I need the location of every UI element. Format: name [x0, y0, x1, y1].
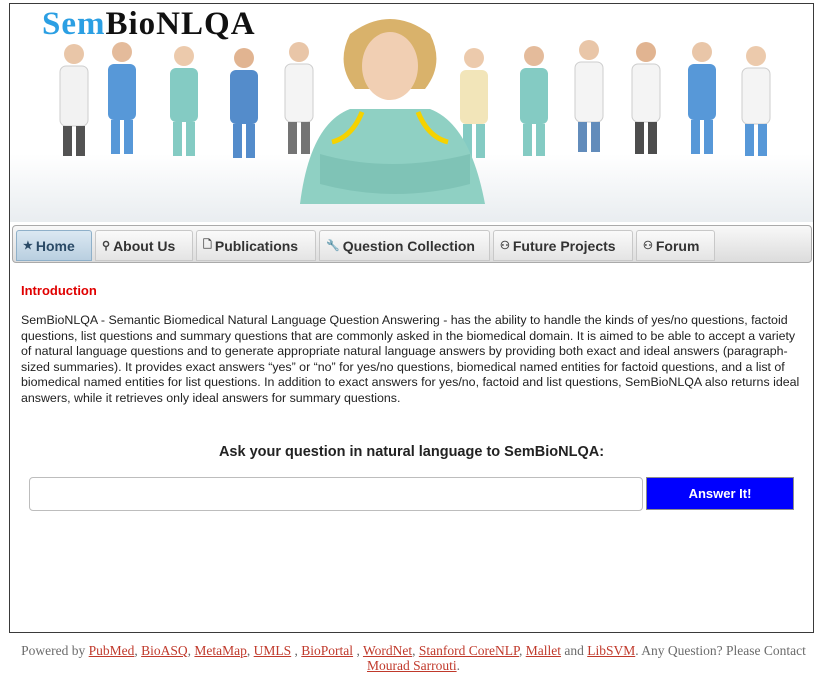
nav-question-collection-label: Question Collection: [342, 237, 475, 254]
nav-publications-label: Publications: [214, 237, 299, 254]
logo-sem-text: Sem: [42, 6, 106, 42]
nav-forum[interactable]: ⚇ Forum: [636, 230, 715, 261]
nurse-figure: [300, 19, 485, 204]
answer-it-button[interactable]: Answer It!: [646, 477, 794, 510]
site-logo[interactable]: SemBioNLQA: [42, 6, 256, 43]
wrench-icon: 🔧: [326, 240, 340, 252]
star-icon: ★: [23, 240, 33, 252]
nav-home-label: Home: [35, 237, 75, 254]
search-icon: ⚲: [102, 240, 111, 252]
intro-heading: Introduction: [21, 283, 97, 298]
nav-home[interactable]: ★ Home: [16, 230, 92, 261]
footer-link-wordnet[interactable]: WordNet: [363, 643, 412, 658]
ask-question-label: Ask your question in natural language to…: [218, 444, 605, 460]
intro-paragraph: SemBioNLQA - Semantic Biomedical Natural…: [21, 313, 800, 405]
footer-link-metamap[interactable]: MetaMap: [194, 643, 246, 658]
staff-figures-right: [460, 40, 771, 158]
nav-forum-label: Forum: [655, 237, 700, 254]
nav-about-us-label: About Us: [113, 237, 176, 254]
nav-publications[interactable]: 🗋 Publications: [196, 230, 316, 261]
footer-link-bioportal[interactable]: BioPortal: [301, 643, 353, 658]
footer: Powered by PubMed, BioASQ, MetaMap, UMLS…: [21, 643, 806, 673]
footer-link-stanford-corenlp[interactable]: Stanford CoreNLP: [419, 643, 519, 658]
nav-question-collection[interactable]: 🔧 Question Collection: [319, 230, 490, 261]
nav-about-us[interactable]: ⚲ About Us: [95, 230, 193, 261]
footer-and-text: and: [564, 643, 584, 658]
staff-figures-left: [59, 42, 314, 158]
footer-link-umls[interactable]: UMLS: [254, 643, 292, 658]
footer-contact-link[interactable]: Mourad Sarrouti: [367, 658, 457, 673]
nav-future-projects-label: Future Projects: [512, 237, 616, 254]
footer-link-libsvm[interactable]: LibSVM: [587, 643, 635, 658]
question-input[interactable]: [29, 477, 643, 511]
nav-future-projects[interactable]: ⚇ Future Projects: [493, 230, 633, 261]
footer-link-pubmed[interactable]: PubMed: [89, 643, 135, 658]
person-icon: ⚇: [643, 240, 653, 252]
footer-contact-text: . Any Question? Please Contact: [635, 643, 806, 658]
footer-end: .: [456, 658, 460, 673]
footer-powered-by: Powered by: [21, 643, 86, 658]
footer-link-mallet[interactable]: Mallet: [526, 643, 561, 658]
footer-link-bioasq[interactable]: BioASQ: [141, 643, 188, 658]
document-icon: 🗋: [203, 239, 212, 251]
logo-bionlqa-text: BioNLQA: [105, 6, 256, 42]
main-nav: ★ Home ⚲ About Us 🗋 Publications 🔧 Quest…: [12, 225, 812, 263]
banner: SemBioNLQA: [10, 4, 813, 222]
person-icon: ⚇: [500, 240, 510, 252]
page-frame: SemBioNLQA ★ Home ⚲ About Us 🗋 Publicati…: [9, 3, 814, 633]
